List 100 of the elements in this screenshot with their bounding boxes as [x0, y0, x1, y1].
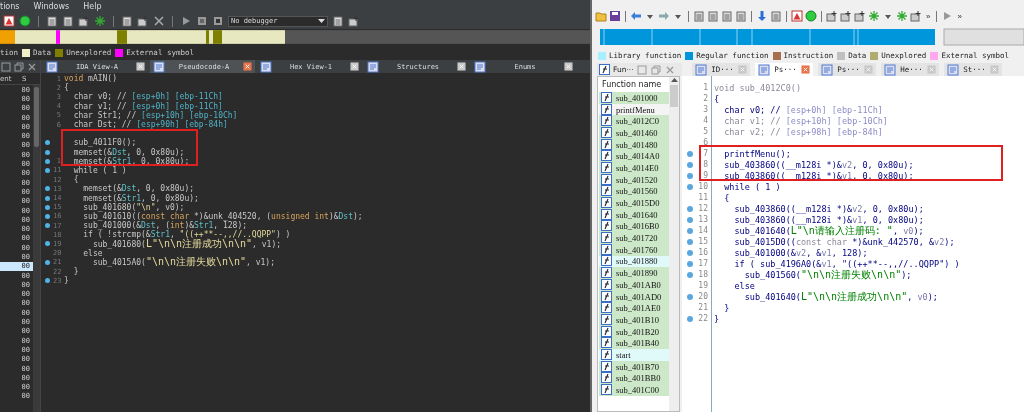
function-row[interactable]: sub_401720: [599, 232, 669, 244]
breakpoint-dot[interactable]: [687, 260, 693, 267]
function-icon: [601, 126, 613, 139]
function-row[interactable]: sub_401B10: [599, 314, 669, 326]
scrollbar-thumb[interactable]: [34, 87, 39, 147]
code-line: char Str1; // [esp+10h] [ebp-10Ch]: [73, 110, 238, 120]
breakpoint-dot[interactable]: [687, 161, 693, 168]
navigation-band[interactable]: [0, 29, 590, 45]
code-line: sub_403860((__m128i *)&v2, 0, 0x80u);: [734, 203, 924, 214]
cross-icon[interactable]: [153, 15, 165, 27]
add-document-icon[interactable]: [137, 15, 149, 27]
breakpoint-dot[interactable]: [44, 195, 50, 201]
function-row[interactable]: sub_401B40: [599, 337, 669, 350]
breakpoint-dot[interactable]: [687, 150, 693, 157]
document-icon[interactable]: [332, 15, 344, 27]
down-arrow-icon[interactable]: [756, 10, 768, 22]
more-button[interactable]: »: [924, 11, 933, 21]
function-row[interactable]: sub_401C00: [599, 384, 669, 396]
breakpoint-dot[interactable]: [687, 293, 693, 300]
circle-icon[interactable]: [19, 15, 31, 27]
close-icon[interactable]: [564, 62, 573, 71]
document-icon[interactable]: [62, 15, 74, 27]
column-header[interactable]: Function name: [598, 77, 669, 92]
breakpoint-dot[interactable]: [687, 315, 693, 322]
code-line: sub_401610((const char *)&unk_404520, (unsigned int)&Dst);: [83, 211, 363, 221]
breakpoint-dot[interactable]: [687, 172, 693, 179]
function-row[interactable]: start: [599, 349, 669, 361]
close-icon[interactable]: [457, 62, 466, 71]
code-line: {: [73, 175, 79, 185]
scrollbar[interactable]: [33, 85, 40, 412]
add-document-icon[interactable]: [840, 10, 852, 22]
document-icon[interactable]: [46, 15, 58, 27]
code-line: }: [64, 276, 69, 286]
caret-icon: [318, 18, 325, 24]
breakpoint-dot[interactable]: [44, 278, 50, 284]
function-row[interactable]: sub_4014E0: [599, 162, 669, 174]
breakpoint-dot[interactable]: [44, 149, 50, 155]
function-row[interactable]: sub_4015D0: [599, 197, 669, 209]
stop-icon[interactable]: [212, 15, 224, 27]
function-icon: [601, 115, 613, 128]
code-line: void mAIN(): [64, 74, 117, 84]
window-icon[interactable]: [474, 60, 486, 73]
circle-icon[interactable]: [805, 10, 817, 22]
line-number: 21: [698, 303, 708, 312]
breakpoint-dot[interactable]: [44, 140, 50, 146]
function-icon: [601, 255, 613, 268]
breakpoint-dot[interactable]: [687, 227, 693, 234]
code-line: sub_401640(L"\n请输入注册码: ", v0);: [734, 225, 924, 236]
window-icon[interactable]: [46, 60, 58, 73]
close-icon[interactable]: [243, 62, 252, 71]
scrollbar[interactable]: [669, 77, 679, 411]
breakpoint-dot[interactable]: [687, 216, 693, 223]
function-row[interactable]: sub_401AB0: [599, 279, 669, 291]
breakpoint-dot[interactable]: [687, 205, 693, 212]
breakpoint-dot[interactable]: [44, 158, 50, 164]
breakpoint-dot[interactable]: [687, 271, 693, 278]
breakpoint-dot[interactable]: [44, 241, 50, 247]
asterisk-icon[interactable]: [94, 15, 106, 27]
scrollbar-thumb[interactable]: [670, 85, 678, 107]
close-icon[interactable]: [350, 62, 359, 71]
play-icon[interactable]: [180, 15, 192, 27]
window-icon[interactable]: [367, 60, 379, 73]
menu-item[interactable]: tions: [0, 2, 20, 11]
breakpoint-dot[interactable]: [44, 223, 50, 229]
maximize-icon[interactable]: [0, 60, 12, 73]
code-line: memset(&Dst, 0, 0x80u);: [83, 184, 195, 194]
add-document-icon[interactable]: [826, 10, 838, 22]
back-arrow-icon[interactable]: [630, 10, 642, 22]
function-row[interactable]: sub_4012C0: [599, 115, 669, 128]
restore-icon[interactable]: [13, 60, 25, 73]
save-icon[interactable]: [609, 10, 621, 22]
line-number: 17: [698, 259, 708, 268]
function-row[interactable]: sub_4014A0: [599, 150, 669, 163]
add-document-icon[interactable]: [910, 10, 922, 22]
menu-item[interactable]: Help: [83, 2, 102, 11]
breakpoint-dot[interactable]: [44, 186, 50, 192]
more-button[interactable]: »: [955, 11, 964, 21]
function-row[interactable]: sub_401000: [599, 92, 669, 104]
document-icon[interactable]: [121, 15, 133, 27]
alert-icon[interactable]: [3, 15, 15, 27]
close-icon[interactable]: [801, 65, 810, 74]
breakpoint-dot[interactable]: [687, 238, 693, 245]
breakpoint-dot[interactable]: [687, 183, 693, 190]
menu-item[interactable]: Windows: [33, 2, 70, 11]
window-icon[interactable]: [260, 60, 272, 73]
breakpoint-dot[interactable]: [44, 167, 50, 173]
add-document-icon[interactable]: [854, 10, 866, 22]
breakpoint-dot[interactable]: [44, 213, 50, 219]
add-document-icon[interactable]: [78, 15, 90, 27]
breakpoint-dot[interactable]: [44, 259, 50, 265]
function-row[interactable]: sub_401890: [599, 267, 669, 279]
function-row[interactable]: sub_401460: [599, 127, 669, 139]
add-document-icon[interactable]: [348, 15, 360, 27]
alert-icon[interactable]: [791, 10, 803, 22]
breakpoint-dot[interactable]: [687, 249, 693, 256]
function-row[interactable]: sub_401AE0: [599, 302, 669, 315]
window-icon[interactable]: [153, 60, 165, 73]
close-icon[interactable]: [136, 62, 145, 71]
breakpoint-dot[interactable]: [44, 204, 50, 210]
pause-icon[interactable]: [196, 15, 208, 27]
